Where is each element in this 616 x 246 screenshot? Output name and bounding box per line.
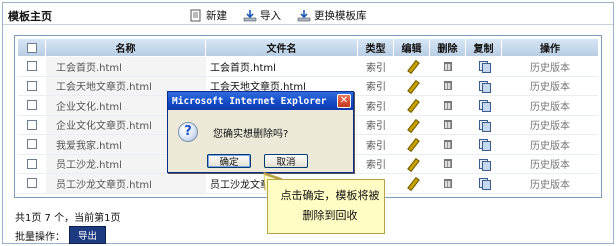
trash-icon[interactable] [444, 159, 452, 169]
callout-text: 点击确定，模板将被删除到回收 [280, 189, 380, 222]
header-file: 文件名 [206, 39, 358, 56]
header-operation: 操作 [502, 39, 598, 56]
trash-icon[interactable] [444, 139, 452, 149]
pencil-icon[interactable] [407, 139, 417, 149]
row-type: 索引 [366, 140, 386, 152]
pencil-icon[interactable] [407, 61, 417, 71]
close-icon[interactable]: ✕ [337, 94, 351, 108]
row-type: 索引 [366, 121, 386, 133]
copy-icon[interactable] [479, 119, 491, 132]
row-history-link[interactable]: 历史版本 [502, 135, 598, 154]
row-history-link[interactable]: 历史版本 [502, 174, 598, 193]
import-icon [243, 9, 257, 22]
row-checkbox[interactable] [27, 61, 37, 72]
row-checkbox[interactable] [27, 158, 37, 169]
copy-icon[interactable] [479, 80, 491, 93]
row-type: 索引 [366, 82, 386, 94]
row-checkbox[interactable] [27, 178, 37, 189]
page-info: 共1页 7 个，当前第1页 [15, 213, 121, 224]
trash-icon[interactable] [444, 100, 452, 110]
pencil-icon[interactable] [407, 159, 417, 169]
page-title: 模板主页 [8, 10, 52, 23]
batch-label: 批量操作： [15, 231, 65, 243]
trash-icon[interactable] [444, 178, 452, 188]
select-all-checkbox[interactable] [26, 42, 37, 53]
header-type: 类型 [358, 39, 394, 56]
row-checkbox[interactable] [27, 80, 37, 91]
header-select-all[interactable] [18, 39, 46, 56]
trash-icon[interactable] [444, 61, 452, 71]
row-name[interactable]: 工会首页.html [46, 57, 206, 76]
pencil-icon[interactable] [407, 81, 417, 91]
export-button[interactable]: 导出 [69, 226, 107, 244]
new-doc-icon [189, 9, 203, 22]
row-checkbox[interactable] [27, 139, 37, 150]
copy-icon[interactable] [479, 100, 491, 113]
pencil-icon[interactable] [407, 120, 417, 130]
switch-library-button-label: 更换模板库 [314, 10, 367, 22]
row-history-link[interactable]: 历史版本 [502, 96, 598, 115]
switch-library-icon [297, 9, 311, 22]
batch-operations: 批量操作： 导出 [15, 226, 107, 244]
table-header: 名称 文件名 类型 编辑 删除 复制 操作 [18, 39, 598, 56]
row-name[interactable]: 员工沙龙文章页.html [46, 174, 206, 193]
new-button-label: 新建 [206, 10, 227, 22]
dialog-title: Microsoft Internet Explorer [172, 95, 327, 107]
header-name: 名称 [46, 39, 206, 56]
annotation-callout: 点击确定，模板将被删除到回收 [267, 179, 385, 234]
copy-icon[interactable] [479, 139, 491, 152]
row-type: 索引 [366, 101, 386, 113]
import-button-label: 导入 [260, 10, 281, 22]
ok-button[interactable]: 确定 [207, 154, 251, 168]
row-checkbox[interactable] [27, 100, 37, 111]
confirm-dialog: Microsoft Internet Explorer ✕ ? 您确实想删除吗?… [167, 91, 354, 173]
import-button[interactable]: 导入 [243, 8, 281, 23]
row-history-link[interactable]: 历史版本 [502, 155, 598, 174]
row-type: 索引 [366, 160, 386, 172]
copy-icon[interactable] [479, 61, 491, 74]
header-edit: 编辑 [394, 39, 430, 56]
switch-library-button[interactable]: 更换模板库 [297, 8, 367, 23]
copy-icon[interactable] [479, 178, 491, 191]
row-file: 工会首页.html [210, 62, 276, 74]
header-delete: 删除 [430, 39, 466, 56]
pencil-icon[interactable] [407, 100, 417, 110]
row-type: 索引 [366, 62, 386, 74]
row-history-link[interactable]: 历史版本 [502, 116, 598, 135]
row-checkbox[interactable] [27, 119, 37, 130]
dialog-message: 您确实想删除吗? [213, 129, 289, 140]
trash-icon[interactable] [444, 120, 452, 130]
pencil-icon[interactable] [407, 178, 417, 188]
header-copy: 复制 [466, 39, 502, 56]
row-history-link[interactable]: 历史版本 [502, 57, 598, 76]
question-icon: ? [178, 122, 198, 142]
dialog-titlebar: Microsoft Internet Explorer ✕ [168, 92, 353, 110]
toolbar-divider [3, 24, 613, 25]
table-row: 工会首页.html 工会首页.html 索引 历史版本 [18, 57, 598, 77]
new-button[interactable]: 新建 [189, 8, 227, 23]
row-history-link[interactable]: 历史版本 [502, 77, 598, 96]
copy-icon[interactable] [479, 158, 491, 171]
trash-icon[interactable] [444, 81, 452, 91]
toolbar: 模板主页 新建 导入 更换模板库 [3, 3, 613, 25]
